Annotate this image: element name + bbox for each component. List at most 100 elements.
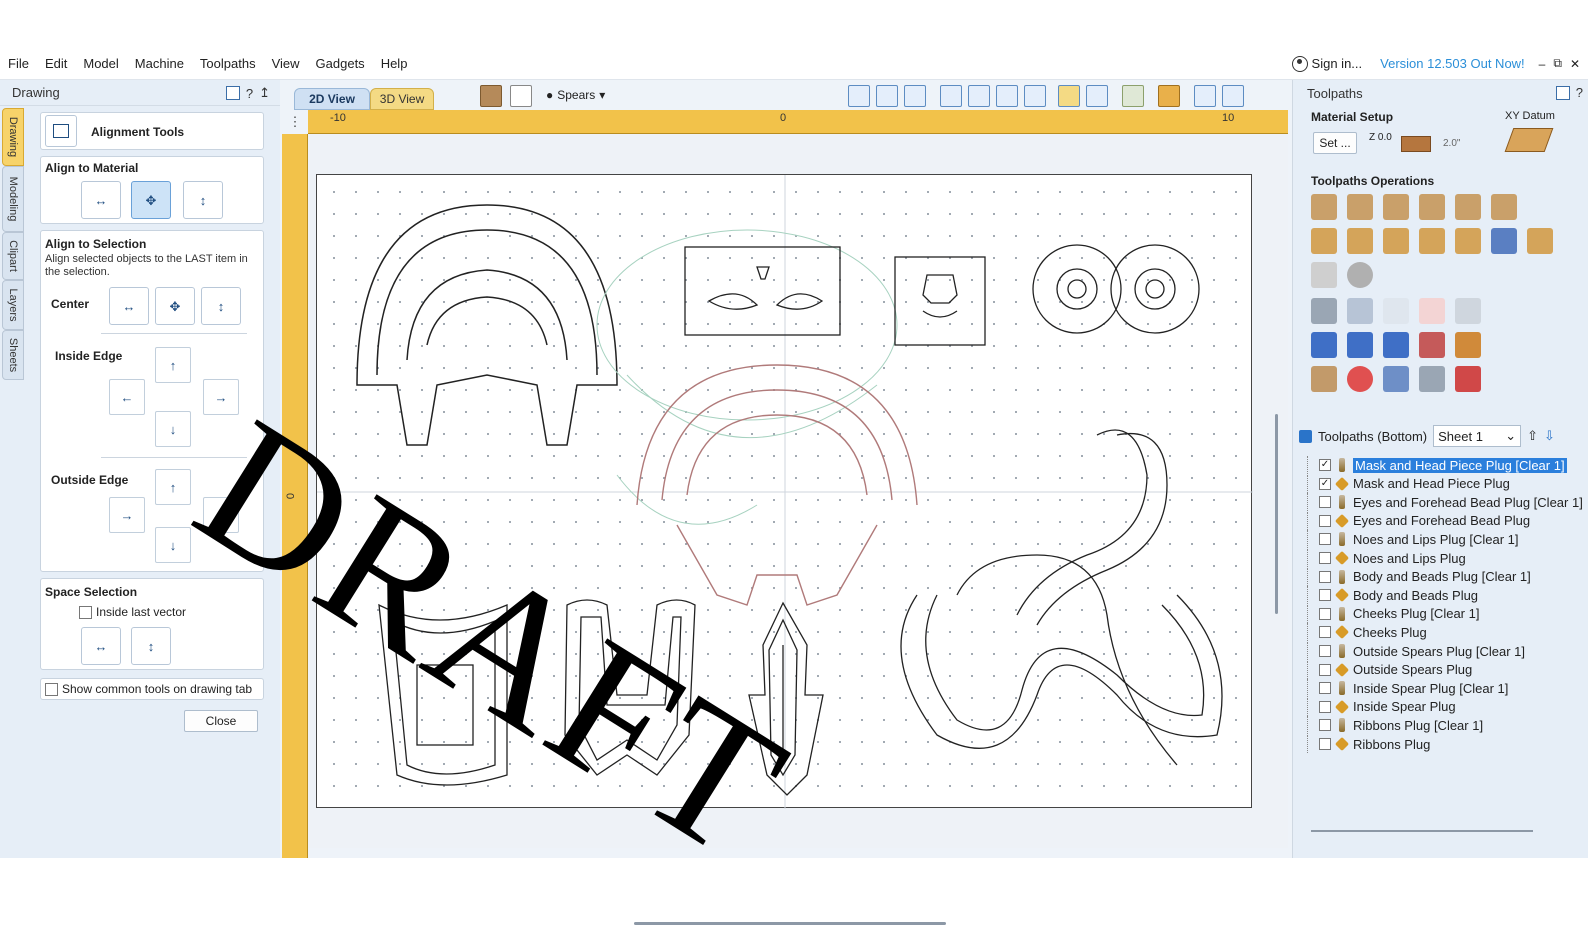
engrave-toolpath-icon[interactable] bbox=[1491, 194, 1517, 220]
pan-icon[interactable] bbox=[940, 85, 962, 107]
node-edit-icon[interactable] bbox=[1086, 85, 1108, 107]
align-material-left-right-button[interactable]: ↔ bbox=[81, 181, 121, 219]
quick-engrave-toolpath-icon[interactable] bbox=[1455, 228, 1481, 254]
inside-edge-left-button[interactable]: ← bbox=[109, 379, 145, 415]
close-window-icon[interactable]: ✕ bbox=[1570, 57, 1580, 71]
inside-edge-right-button[interactable]: → bbox=[203, 379, 239, 415]
tool-icon[interactable] bbox=[510, 85, 532, 107]
space-horizontal-button[interactable]: ↔ bbox=[81, 627, 121, 665]
layout-columns-icon[interactable] bbox=[1222, 85, 1244, 107]
pocket-toolpath-icon[interactable] bbox=[1347, 194, 1373, 220]
toolpath-visible-checkbox[interactable] bbox=[1319, 552, 1331, 564]
toolpath-row[interactable]: Body and Beads Plug bbox=[1307, 586, 1588, 605]
toolpath-visible-checkbox[interactable] bbox=[1319, 645, 1331, 657]
texture-toolpath-icon[interactable] bbox=[1383, 228, 1409, 254]
sheet-select[interactable]: Sheet 1 ⌄ bbox=[1433, 425, 1522, 447]
set-material-button[interactable]: Set ... bbox=[1313, 132, 1357, 154]
tab-drawing[interactable]: Drawing bbox=[2, 108, 24, 166]
outside-edge-left-button[interactable]: → bbox=[109, 497, 145, 533]
profile-toolpath-icon[interactable] bbox=[1311, 194, 1337, 220]
layout-split-icon[interactable] bbox=[1194, 85, 1216, 107]
toolpath-visible-checkbox[interactable] bbox=[1319, 700, 1331, 713]
move-down-icon[interactable]: ⇩ bbox=[1544, 428, 1555, 444]
time-estimate-icon[interactable] bbox=[1347, 366, 1373, 392]
preview-vectors-icon[interactable] bbox=[1455, 332, 1481, 358]
collapse-icon[interactable] bbox=[1299, 429, 1312, 443]
chamfer-toolpath-icon[interactable] bbox=[1311, 228, 1337, 254]
toolpath-visible-checkbox[interactable] bbox=[1319, 533, 1331, 546]
toolpath-row[interactable]: Ribbons Plug [Clear 1] bbox=[1307, 716, 1588, 735]
center-horizontal-button[interactable]: ↔ bbox=[109, 287, 149, 325]
tool-database-icon[interactable] bbox=[1311, 366, 1337, 392]
toolpath-row[interactable]: ✓ Mask and Head Piece Plug [Clear 1] bbox=[1307, 456, 1588, 474]
templates-icon[interactable] bbox=[1383, 366, 1409, 392]
reset-preview-icon[interactable] bbox=[1383, 332, 1409, 358]
dock-icon[interactable] bbox=[1555, 85, 1570, 100]
toolpath-visible-checkbox[interactable] bbox=[1319, 738, 1331, 750]
model-dropdown[interactable]: ● Spears ▾ bbox=[546, 88, 605, 102]
space-vertical-button[interactable]: ↕ bbox=[131, 627, 171, 665]
toolpath-visible-checkbox[interactable] bbox=[1319, 663, 1331, 676]
toolpath-row[interactable]: Noes and Lips Plug bbox=[1307, 549, 1588, 567]
show-common-tools-checkbox[interactable] bbox=[45, 682, 58, 696]
help-icon[interactable]: ? bbox=[246, 86, 253, 101]
dock-icon[interactable] bbox=[225, 86, 240, 100]
toolpath-visible-checkbox[interactable] bbox=[1319, 626, 1331, 639]
align-material-top-bottom-button[interactable]: ↕ bbox=[183, 181, 223, 219]
minimize-icon[interactable]: – bbox=[1539, 57, 1546, 71]
select-icon[interactable] bbox=[1058, 85, 1080, 107]
zoom-out-icon[interactable] bbox=[996, 85, 1018, 107]
zoom-box-icon[interactable] bbox=[1024, 85, 1046, 107]
menu-machine[interactable]: Machine bbox=[127, 56, 192, 71]
toolpath-visible-checkbox[interactable] bbox=[1319, 570, 1331, 583]
move-up-icon[interactable]: ⇧ bbox=[1527, 428, 1538, 444]
tab-sheets[interactable]: Sheets bbox=[2, 330, 24, 380]
material-view-icon[interactable] bbox=[1158, 85, 1180, 107]
zoom-in-icon[interactable] bbox=[968, 85, 990, 107]
toolpath-manage-icon[interactable] bbox=[1311, 298, 1337, 324]
pin-icon[interactable]: ↥ bbox=[259, 85, 270, 101]
simulate-all-icon[interactable] bbox=[1347, 332, 1373, 358]
inside-edge-top-button[interactable]: ↑ bbox=[155, 347, 191, 383]
toolpath-row[interactable]: Cheeks Plug bbox=[1307, 623, 1588, 642]
help-icon[interactable]: ? bbox=[1576, 85, 1583, 100]
fluting-toolpath-icon[interactable] bbox=[1347, 228, 1373, 254]
3d-profiling-icon[interactable] bbox=[1347, 262, 1373, 288]
show-common-tools-option[interactable]: Show common tools on drawing tab bbox=[45, 682, 252, 696]
sign-in-link[interactable]: Sign in... bbox=[1291, 55, 1362, 72]
align-material-center-button[interactable]: ✥ bbox=[131, 181, 171, 219]
close-button[interactable]: Close bbox=[184, 710, 258, 732]
center-both-button[interactable]: ✥ bbox=[155, 287, 195, 325]
simulate-toolpath-icon[interactable] bbox=[1311, 332, 1337, 358]
toolpath-row[interactable]: Inside Spear Plug [Clear 1] bbox=[1307, 679, 1588, 698]
snap-icon[interactable] bbox=[876, 85, 898, 107]
toolpath-visible-checkbox[interactable] bbox=[1319, 514, 1331, 527]
toolpath-visible-checkbox[interactable]: ✓ bbox=[1319, 477, 1331, 490]
copy-toolpath-icon[interactable] bbox=[1383, 298, 1409, 324]
edit-toolpath-icon[interactable] bbox=[1347, 298, 1373, 324]
moulding-toolpath-icon[interactable] bbox=[1491, 228, 1517, 254]
toolpath-row[interactable]: ✓ Mask and Head Piece Plug bbox=[1307, 474, 1588, 493]
menu-edit[interactable]: Edit bbox=[37, 56, 75, 71]
toolpath-row[interactable]: Eyes and Forehead Bead Plug bbox=[1307, 511, 1588, 530]
toolpath-visible-checkbox[interactable] bbox=[1319, 496, 1331, 509]
tab-2d-view[interactable]: 2D View bbox=[294, 88, 370, 110]
tree-icon[interactable] bbox=[1122, 85, 1144, 107]
xy-datum-icon[interactable] bbox=[1504, 128, 1554, 152]
toolpath-visible-checkbox[interactable] bbox=[1319, 589, 1331, 602]
toolpath-visible-checkbox[interactable]: ✓ bbox=[1319, 459, 1331, 471]
toolpath-row[interactable]: Inside Spear Plug bbox=[1307, 697, 1588, 716]
clear-preview-icon[interactable] bbox=[1419, 332, 1445, 358]
drilling-toolpath-icon[interactable] bbox=[1383, 194, 1409, 220]
menu-toolpaths[interactable]: Toolpaths bbox=[192, 56, 264, 71]
settings-icon[interactable] bbox=[1419, 366, 1445, 392]
3d-finish-toolpath-icon[interactable] bbox=[1527, 228, 1553, 254]
prism-toolpath-icon[interactable] bbox=[1419, 228, 1445, 254]
menu-help[interactable]: Help bbox=[373, 56, 416, 71]
inside-last-vector-checkbox[interactable] bbox=[79, 605, 92, 619]
toolpath-row[interactable]: Eyes and Forehead Bead Plug [Clear 1] bbox=[1307, 493, 1588, 512]
restore-icon[interactable]: ⧉ bbox=[1553, 56, 1562, 71]
tab-3d-view[interactable]: 3D View bbox=[370, 88, 434, 110]
toolpath-row[interactable]: Body and Beads Plug [Clear 1] bbox=[1307, 567, 1588, 586]
version-link[interactable]: Version 12.503 Out Now! bbox=[1380, 56, 1525, 71]
